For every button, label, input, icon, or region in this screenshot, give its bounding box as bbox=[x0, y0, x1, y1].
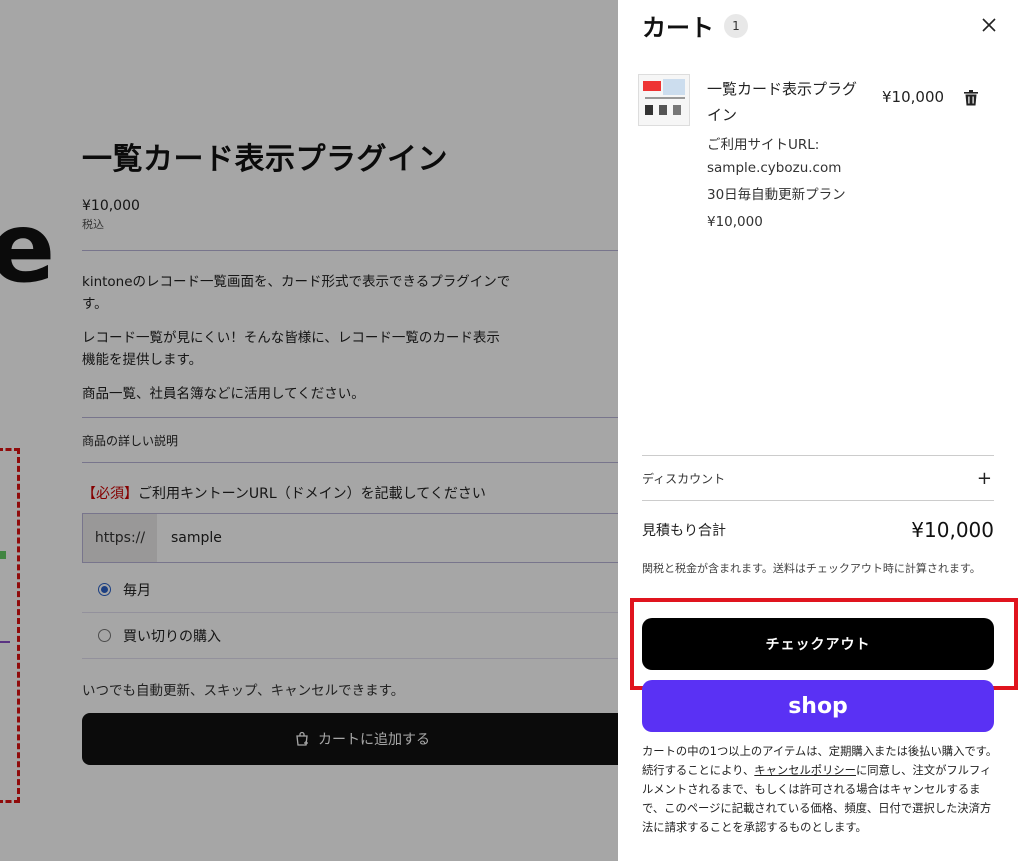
trash-icon[interactable] bbox=[964, 90, 978, 106]
item-plan-price: ¥10,000 bbox=[707, 214, 763, 230]
item-thumbnail[interactable] bbox=[638, 74, 690, 126]
item-site-label: ご利用サイトURL: bbox=[707, 137, 820, 153]
item-plan: 30日毎自動更新プラン bbox=[707, 187, 846, 203]
cart-count-badge: 1 bbox=[724, 13, 748, 38]
item-site-value: sample.cybozu.com bbox=[707, 160, 842, 176]
tax-note: 関税と税金が含まれます。送料はチェックアウト時に計算されます。 bbox=[642, 562, 981, 575]
item-name[interactable]: 一覧カード表示プラグイン bbox=[707, 76, 867, 128]
discount-toggle[interactable]: ディスカウント + bbox=[642, 455, 994, 501]
cart-header: カート 1 bbox=[642, 8, 748, 43]
discount-label: ディスカウント bbox=[642, 471, 726, 486]
plus-icon[interactable]: + bbox=[977, 468, 992, 489]
checkout-button[interactable]: チェックアウト bbox=[642, 618, 994, 670]
total-value: ¥10,000 bbox=[911, 518, 994, 542]
cart-total: 見積もり合計 ¥10,000 bbox=[642, 518, 994, 542]
cart-title: カート bbox=[642, 14, 714, 42]
cancellation-policy-link[interactable]: キャンセルポリシー bbox=[754, 764, 856, 777]
item-price: ¥10,000 bbox=[882, 88, 945, 106]
close-icon[interactable] bbox=[980, 16, 998, 34]
total-label: 見積もり合計 bbox=[642, 523, 726, 539]
shop-pay-button[interactable]: shop bbox=[642, 680, 994, 732]
subscription-legal-text: カートの中の1つ以上のアイテムは、定期購入または後払い購入です。続行することによ… bbox=[642, 742, 998, 837]
item-properties: ご利用サイトURL: sample.cybozu.com 30日毎自動更新プラン… bbox=[707, 134, 907, 238]
